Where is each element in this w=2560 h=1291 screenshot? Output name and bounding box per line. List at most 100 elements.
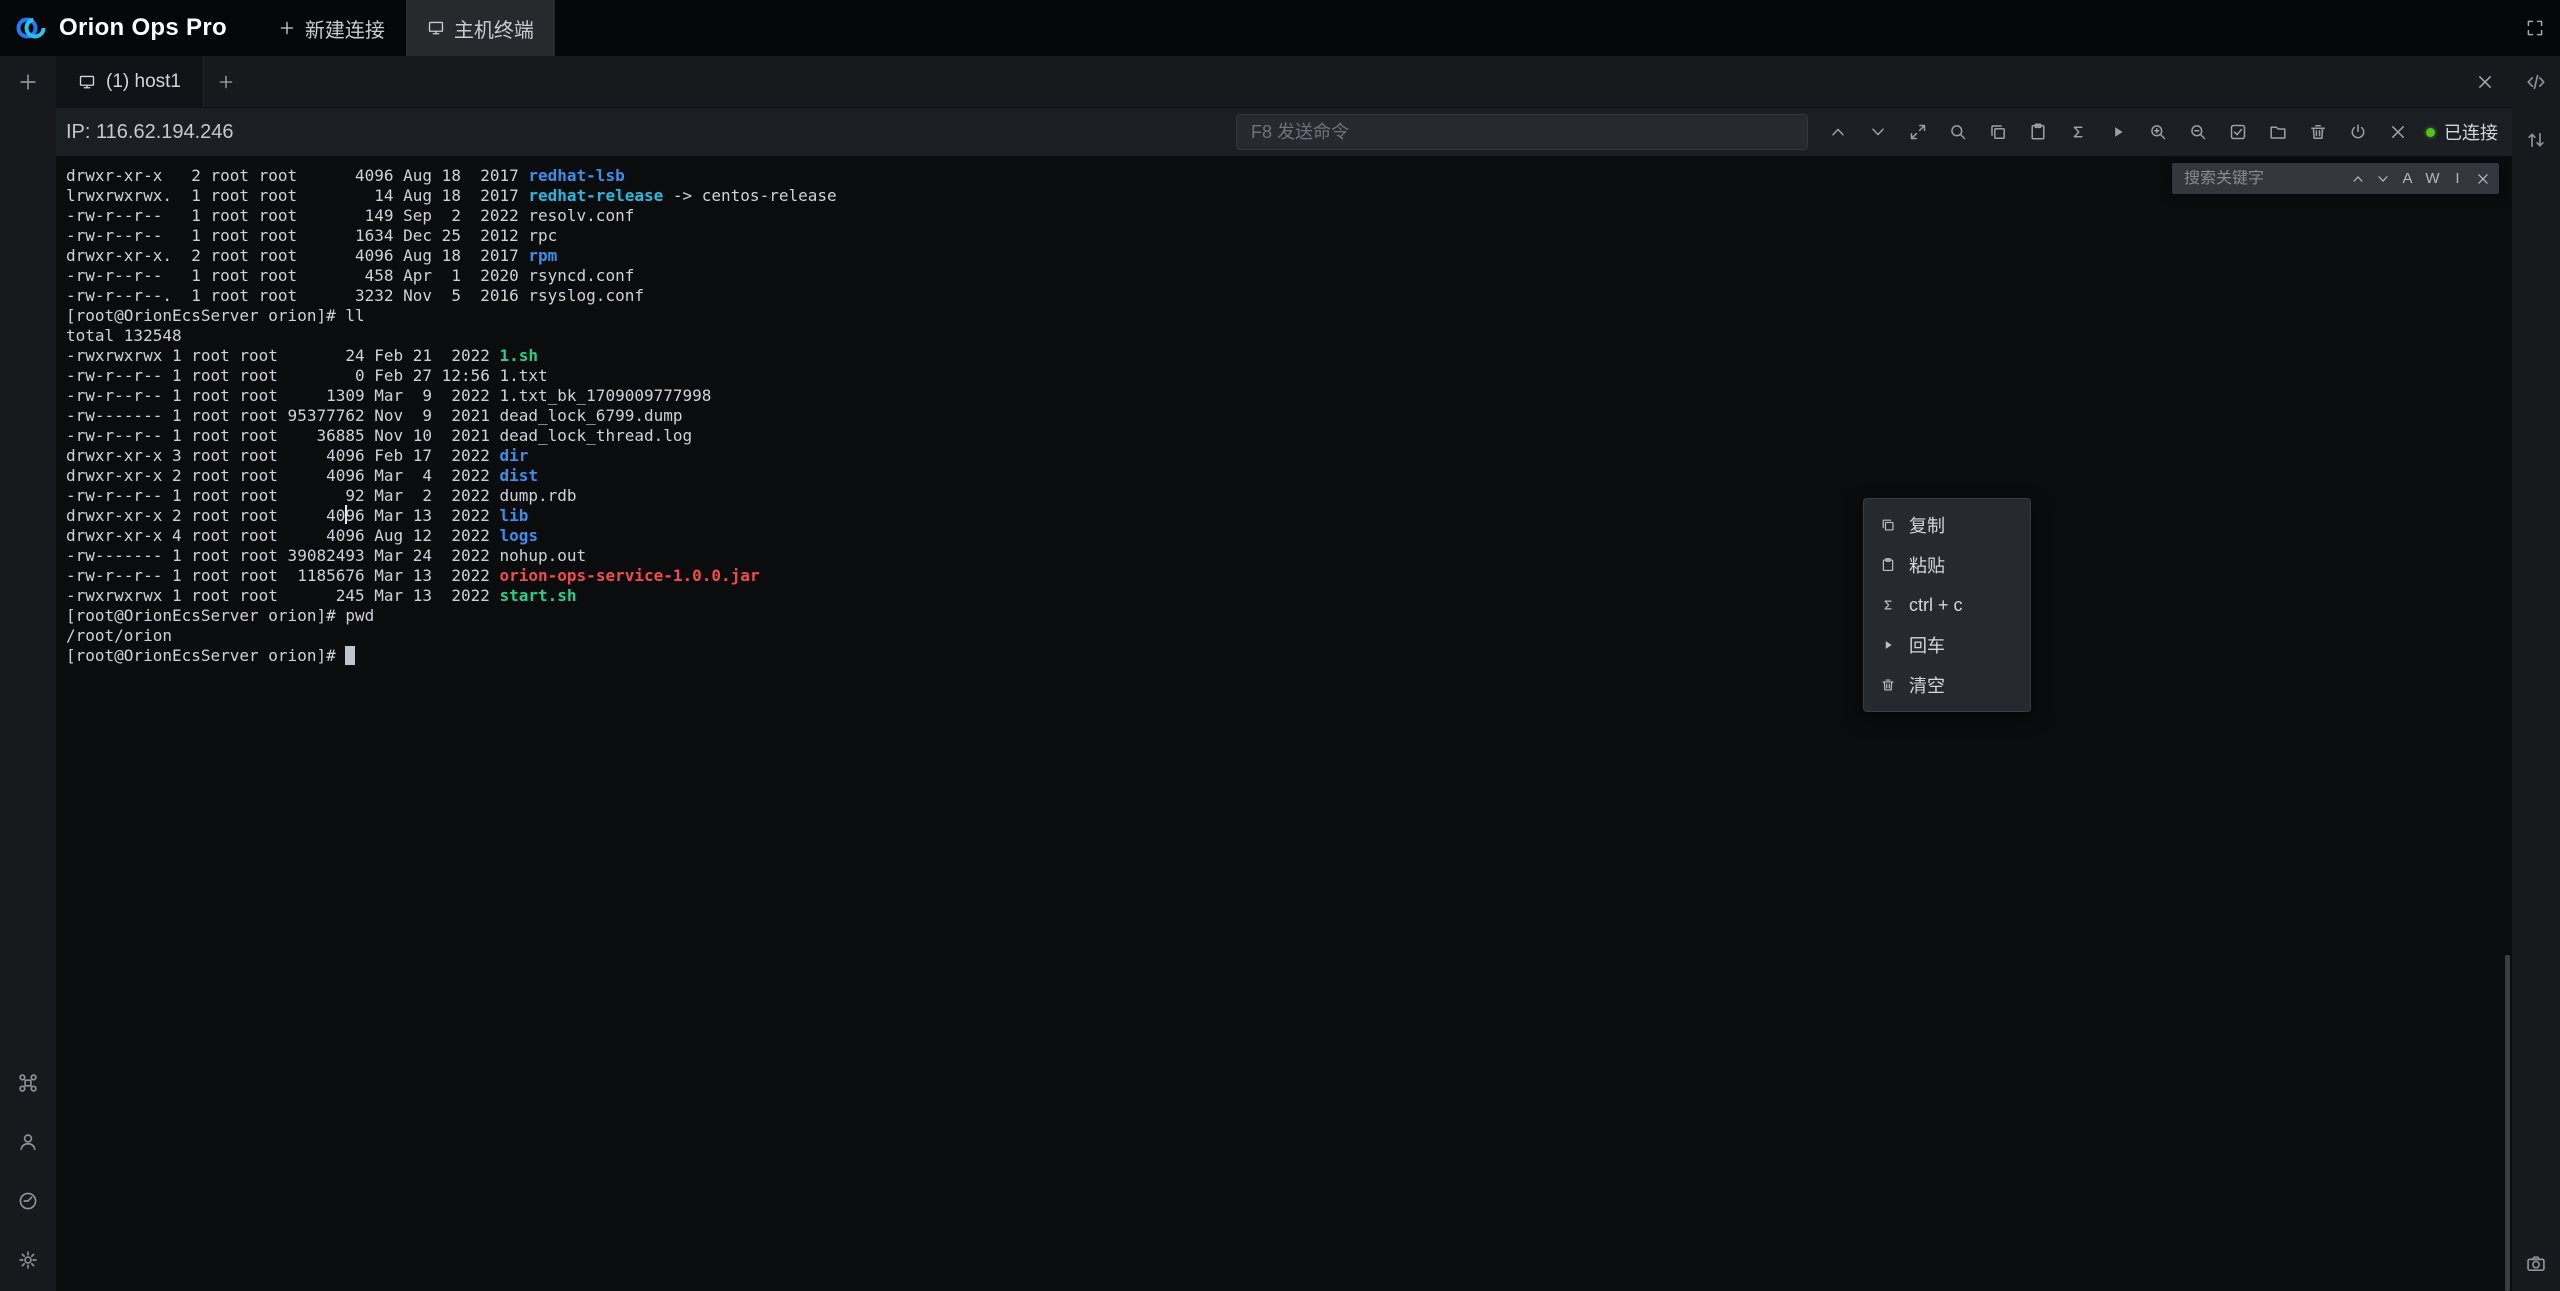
new-tab-button[interactable] [217,73,235,91]
host-terminal-menu-item[interactable]: 主机终端 [406,0,555,56]
chevron-up-icon [1828,122,1848,142]
search-chevron-down-button[interactable] [2370,166,2395,192]
terminal-line: drwxr-xr-x 4 root root 4096 Aug 12 2022 … [66,526,2512,546]
power-button[interactable] [2338,112,2378,152]
zoom-out-icon [2188,122,2208,142]
host-terminal-label: 主机终端 [454,14,534,43]
terminal-scrollbar-thumb[interactable] [2505,955,2510,1291]
terminal-line: -rw-r--r-- 1 root root 92 Mar 2 2022 dum… [66,486,2512,506]
sigma-icon [1880,597,1896,613]
terminal-line: -rw-r--r-- 1 root root 0 Feb 27 12:56 1.… [66,366,2512,386]
text-cursor-ibeam [345,505,347,524]
terminal-line: -rw-r--r-- 1 root root 1634 Dec 25 2012 … [66,226,2512,246]
swap-vertical-button[interactable] [2516,127,2556,153]
app-root: Orion Ops Pro 新建连接 主机终端 [0,0,2560,1291]
terminal-line: -rwxrwxrwx 1 root root 24 Feb 21 2022 1.… [66,346,2512,366]
terminal-line: -rw-r--r-- 1 root root 1309 Mar 9 2022 1… [66,386,2512,406]
play-icon [1880,637,1896,653]
code-button[interactable] [2516,69,2556,95]
chevron-down-icon [1868,122,1888,142]
close-icon [2475,171,2491,187]
terminal-line: lrwxrwxrwx. 1 root root 14 Aug 18 2017 r… [66,186,2512,206]
plus-button[interactable] [8,69,48,95]
trash-icon [2308,122,2328,142]
toolbar-icons [1818,112,2418,152]
terminal-line: drwxr-xr-x 3 root root 4096 Feb 17 2022 … [66,446,2512,466]
terminal-line: -rwxrwxrwx 1 root root 245 Mar 13 2022 s… [66,586,2512,606]
context-menu-item-play[interactable]: 回车 [1864,625,2030,665]
context-menu-item-paste[interactable]: 粘贴 [1864,545,2030,585]
gauge-button[interactable] [8,1188,48,1214]
copy-icon [1988,122,2008,142]
terminal-search-widget: AWI [2172,163,2499,194]
fullscreen-button[interactable] [2525,18,2545,38]
gauge-icon [17,1190,39,1212]
close-button[interactable] [2378,112,2418,152]
user-icon [17,1131,39,1153]
context-menu-label: 回车 [1909,632,1945,658]
new-connection-menu-item[interactable]: 新建连接 [257,0,406,56]
gear-button[interactable] [8,1247,48,1273]
terminal-line: drwxr-xr-x. 2 root root 4096 Aug 18 2017… [66,246,2512,266]
terminal-context-menu: 复制粘贴 ctrl + c 回车清空 [1863,498,2031,712]
trash-button[interactable] [2298,112,2338,152]
topbar: Orion Ops Pro 新建连接 主机终端 [0,0,2560,56]
context-menu-item-copy[interactable]: 复制 [1864,505,2030,545]
right-sidebar [2512,56,2560,1291]
zoom-in-button[interactable] [2138,112,2178,152]
swap-vertical-icon [2525,129,2547,151]
terminal-line: drwxr-xr-x 2 root root 4096 Aug 18 2017 … [66,166,2512,186]
paste-icon [1880,557,1896,573]
trash-icon [1880,677,1896,693]
play-button[interactable] [2098,112,2138,152]
folder-button[interactable] [2258,112,2298,152]
tabbar: (1) host1 [56,56,2512,108]
context-menu-label: 粘贴 [1909,552,1945,578]
topbar-right [2525,0,2560,56]
monitor-icon [78,73,96,91]
search-option-a-button[interactable]: A [2395,166,2420,192]
context-menu-label: ctrl + c [1909,595,1963,616]
terminal-toolbar: IP: 116.62.194.246 已连接 [56,108,2512,156]
expand-button[interactable] [1898,112,1938,152]
search-option-w-button[interactable]: W [2420,166,2445,192]
terminal-line: -rw------- 1 root root 95377762 Nov 9 20… [66,406,2512,426]
power-icon [2348,122,2368,142]
context-menu-item-sigma[interactable]: ctrl + c [1864,585,2030,625]
terminal[interactable]: drwxr-xr-x 2 root root 4096 Aug 18 2017 … [56,156,2512,1291]
left-sidebar-bottom [8,1070,48,1273]
sigma-button[interactable] [2058,112,2098,152]
copy-button[interactable] [1978,112,2018,152]
search-option-i-button[interactable]: I [2445,166,2470,192]
paste-icon [2028,122,2048,142]
terminal-line: -rw-r--r--. 1 root root 3232 Nov 5 2016 … [66,286,2512,306]
context-menu-item-trash[interactable]: 清空 [1864,665,2030,705]
search-close-button[interactable] [2470,166,2495,192]
search-input[interactable] [2184,170,2345,188]
search-buttons: AWI [2345,166,2495,192]
expand-icon [1908,122,1928,142]
gear-icon [17,1249,39,1271]
new-connection-label: 新建连接 [305,14,385,43]
chevron-down-button[interactable] [1858,112,1898,152]
terminal-tab-host1[interactable]: (1) host1 [56,56,204,108]
search-button[interactable] [1938,112,1978,152]
chevron-up-button[interactable] [1818,112,1858,152]
user-button[interactable] [8,1129,48,1155]
terminal-line: [root@OrionEcsServer orion]# pwd [66,606,2512,626]
close-terminal-button[interactable] [2475,72,2495,92]
command-input[interactable] [1236,114,1808,150]
fullscreen-icon [2525,18,2545,38]
paste-button[interactable] [2018,112,2058,152]
zoom-out-button[interactable] [2178,112,2218,152]
checkbox-button[interactable] [2218,112,2258,152]
plus-icon [17,71,39,93]
search-chevron-up-button[interactable] [2345,166,2370,192]
code-icon [2525,71,2547,93]
command-button[interactable] [8,1070,48,1096]
context-menu-label: 清空 [1909,672,1945,698]
main: (1) host1 IP: 116.62.194.246 已连接 [0,56,2560,1291]
camera-button[interactable] [2516,1251,2556,1277]
status-label: 已连接 [2444,119,2498,145]
chevron-up-icon [2350,171,2366,187]
